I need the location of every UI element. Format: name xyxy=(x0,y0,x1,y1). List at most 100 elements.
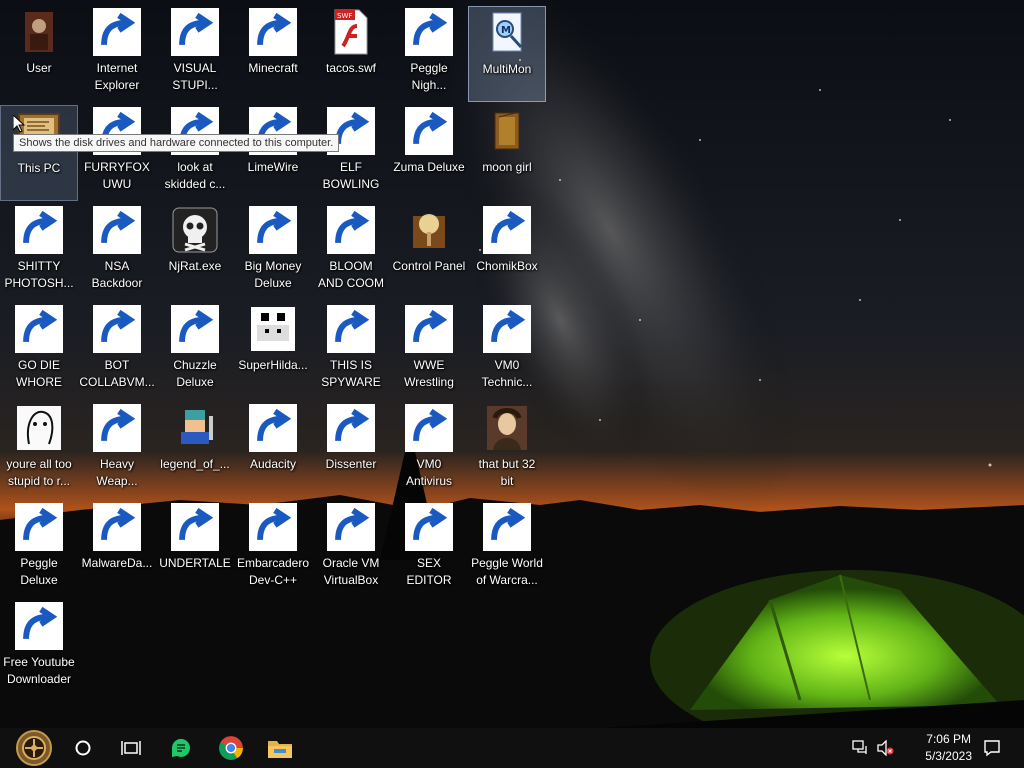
start-button[interactable] xyxy=(8,728,60,768)
desktop-icon-label: WWE Wrestling xyxy=(404,358,454,389)
desktop-icon-visual-studio[interactable]: VISUAL STUPI... xyxy=(156,6,234,102)
pixel-hero-icon xyxy=(171,404,219,452)
network-tray-button[interactable] xyxy=(850,728,872,768)
desktop-icon-bot-collabvm[interactable]: BOT COLLABVM... xyxy=(78,303,156,399)
desktop-icon-malwareda[interactable]: MalwareDa... xyxy=(78,501,156,597)
desktop-icon-chomikbox[interactable]: Box ChomikBox xyxy=(468,204,546,300)
pixel-art-icon xyxy=(249,305,297,353)
shortcut-arrow-icon xyxy=(249,8,297,56)
desktop-icon-vm0-antivirus[interactable]: VM0 Antivirus xyxy=(390,402,468,498)
desktop-icon-limewire[interactable]: LimeWire xyxy=(234,105,312,201)
dissenter-taskbar[interactable] xyxy=(162,728,200,768)
mouse-cursor xyxy=(13,115,25,133)
desktop-icon-label: BOT COLLABVM... xyxy=(79,358,155,389)
desktop-icon-legend-of[interactable]: legend_of_... xyxy=(156,402,234,498)
desktop-icon-peggle-nights[interactable]: Peggle Nigh... xyxy=(390,6,468,102)
desktop-icon-label: SHITTY PHOTOSH... xyxy=(4,259,74,290)
wrestling-ring-icon xyxy=(405,305,453,353)
desktop-icon-zuma-deluxe[interactable]: Zuma Deluxe xyxy=(390,105,468,201)
desktop-icon-peggle-world[interactable]: Peggle World of Warcra... xyxy=(468,501,546,597)
shortcut-arrow-icon xyxy=(483,206,531,254)
desktop-icon-shitty-photoshop[interactable]: SHITTY PHOTOSH... xyxy=(0,204,78,300)
clock-date: 5/3/2023 xyxy=(925,749,972,763)
desktop-icon-label: This PC xyxy=(17,161,61,175)
chrome-taskbar[interactable] xyxy=(210,728,252,768)
user-folder-icon xyxy=(15,8,63,56)
desktop-icon-dissenter[interactable]: Dissenter xyxy=(312,402,390,498)
desktop-icon-heavy-weapon[interactable]: Heavy Weap... xyxy=(78,402,156,498)
shortcut-arrow-icon xyxy=(327,206,375,254)
desktop-icon-this-is-spyware[interactable]: THIS IS SPYWARE xyxy=(312,303,390,399)
desktop-icon-label: Big Money Deluxe xyxy=(244,259,302,290)
search-button[interactable] xyxy=(66,728,100,768)
desktop-icon-label: FURRYFOX UWU xyxy=(84,160,150,191)
chuzzle-icon xyxy=(171,305,219,353)
desktop-icon-vm0-technician[interactable]: VM0 Technic... xyxy=(468,303,546,399)
desktop-icon-sex-editor[interactable]: HxD SEX EDITOR xyxy=(390,501,468,597)
shortcut-arrow-icon xyxy=(327,503,375,551)
task-view-button[interactable] xyxy=(112,728,150,768)
peggle-icon xyxy=(483,503,531,551)
desktop-icon-wwe-wrestling[interactable]: WWE Wrestling xyxy=(390,303,468,399)
desktop-icon-moon-girl[interactable]: moon girl xyxy=(468,105,546,201)
desktop-icon-furryfox[interactable]: FURRYFOX UWU xyxy=(78,105,156,201)
dissenter-icon xyxy=(327,404,375,452)
desktop-icon-virtualbox[interactable]: Oracle VM VirtualBox xyxy=(312,501,390,597)
desktop-icon-peggle-deluxe[interactable]: Peggle Deluxe xyxy=(0,501,78,597)
desktop-icon-tacos-swf[interactable]: SWF tacos.swf xyxy=(312,6,390,102)
shortcut-arrow-icon xyxy=(93,503,141,551)
desktop-icon-free-youtube[interactable]: Free Youtube Downloader xyxy=(0,600,78,696)
desktop-icon-nsa-backdoor[interactable]: NSA Backdoor xyxy=(78,204,156,300)
taskbar-clock[interactable]: 7:06 PM 5/3/2023 xyxy=(925,731,972,765)
peggle-icon xyxy=(15,503,63,551)
shortcut-arrow-icon xyxy=(483,305,531,353)
shortcut-arrow-icon xyxy=(171,8,219,56)
desktop-icon-label: that but 32 bit xyxy=(478,457,536,488)
desktop-icon-big-money[interactable]: $ Big Money Deluxe xyxy=(234,204,312,300)
desktop-icon-look-at-skidded[interactable]: look at skidded c... xyxy=(156,105,234,201)
flower-icon xyxy=(327,206,375,254)
file-explorer-taskbar[interactable] xyxy=(260,728,300,768)
folder-icon xyxy=(483,107,531,155)
shortcut-arrow-icon xyxy=(15,602,63,650)
volume-tray-button[interactable] xyxy=(874,728,896,768)
desktop-icon-label: legend_of_... xyxy=(160,457,230,471)
desktop-icon-embarcadero[interactable]: DEVC++ Embarcadero Dev-C++ xyxy=(234,501,312,597)
shortcut-arrow-icon xyxy=(249,206,297,254)
desktop-icon-label: look at skidded c... xyxy=(164,160,226,191)
desktop-icon-audacity[interactable]: Audacity xyxy=(234,402,312,498)
desktop-icon-label: NSA Backdoor xyxy=(91,259,143,290)
desktop-icon-minecraft[interactable]: Minecraft xyxy=(234,6,312,102)
desktop-icon-superhilda[interactable]: SuperHilda... xyxy=(234,303,312,399)
desktop-icon-internet-explorer[interactable]: Internet Explorer xyxy=(78,6,156,102)
desktop-icon-label: MultiMon xyxy=(482,62,532,76)
desktop-icon-chuzzle[interactable]: Chuzzle Deluxe xyxy=(156,303,234,399)
folder-icon xyxy=(93,503,141,551)
shortcut-arrow-icon xyxy=(93,8,141,56)
desktop-icon-control-panel[interactable]: Control Panel xyxy=(390,204,468,300)
desktop-icon-label: Peggle World of Warcra... xyxy=(471,556,543,587)
shortcut-arrow-icon xyxy=(483,503,531,551)
desktop-icon-label: moon girl xyxy=(482,160,532,174)
desktop-icon-njrat[interactable]: NjRat.exe xyxy=(156,204,234,300)
gimp-icon xyxy=(15,206,63,254)
desktop-icon-user[interactable]: User xyxy=(0,6,78,102)
multimon-icon: M xyxy=(483,9,531,57)
desktop-icon-elf-bowling[interactable]: ELF BOWLING xyxy=(312,105,390,201)
search-circle-icon xyxy=(75,740,91,756)
taskbar: 7:06 PM 5/3/2023 xyxy=(0,728,1024,768)
desktop-icon-youre-all-too-stupid[interactable]: youre all too stupid to r... xyxy=(0,402,78,498)
desktop-icon-label: Embarcadero Dev-C++ xyxy=(236,556,310,587)
desktop-icon-that-but-32-bit[interactable]: that but 32 bit xyxy=(468,402,546,498)
desktop-icon-go-die-whore[interactable]: De GO DIE WHORE xyxy=(0,303,78,399)
desktop-icon-bloom-and-coom[interactable]: BLOOM AND COOM xyxy=(312,204,390,300)
notifications-button[interactable] xyxy=(978,728,1006,768)
svg-text:SWF: SWF xyxy=(337,12,352,20)
desktop-icon-label: Zuma Deluxe xyxy=(393,160,465,174)
desktop-icon-this-pc[interactable]: This PC xyxy=(0,105,78,201)
desktop-icon-multimon[interactable]: M MultiMon xyxy=(468,6,546,102)
audacity-icon xyxy=(249,404,297,452)
desktop-icon-undertale[interactable]: UNDERTALE xyxy=(156,501,234,597)
nsa-backdoor-icon xyxy=(93,206,141,254)
desktop-icon-label: ELF BOWLING xyxy=(322,160,380,191)
